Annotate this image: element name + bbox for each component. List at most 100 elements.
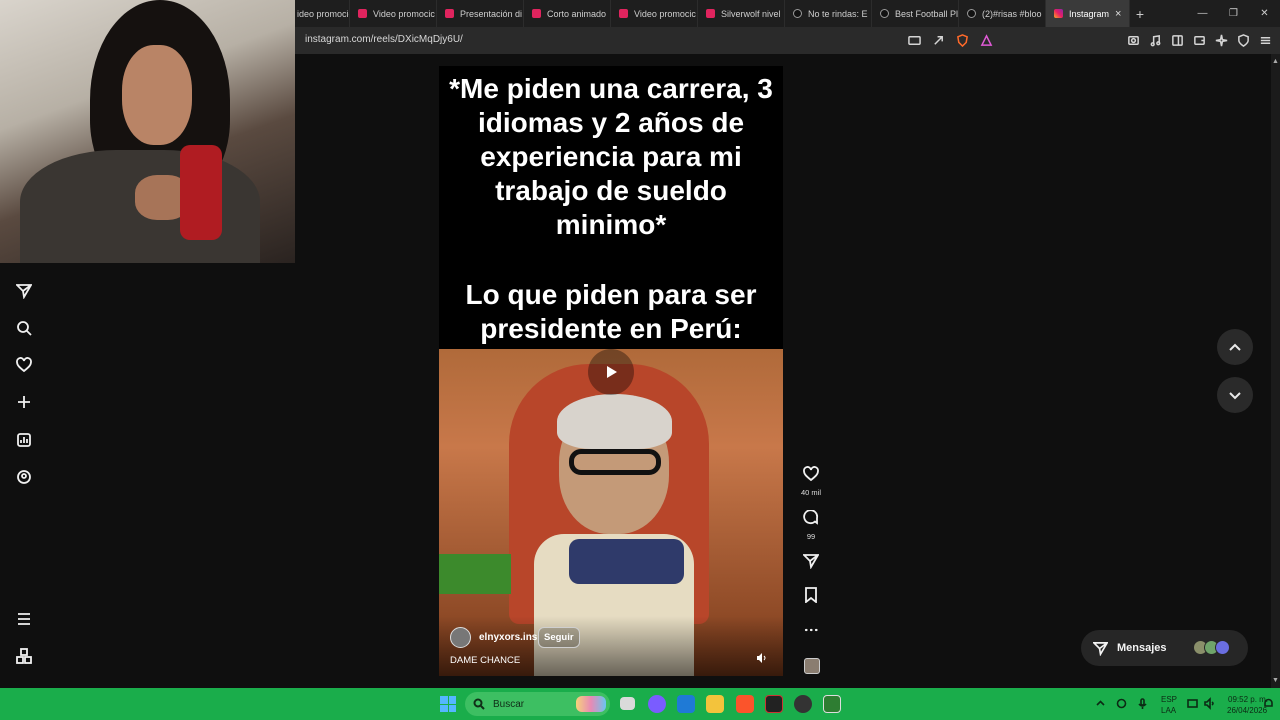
like-count: 40 mil [800,488,821,497]
browser-tab[interactable]: Presentación di [437,0,524,27]
follow-button[interactable]: Seguir [538,627,580,648]
browser-tab-bar: ideo promocic Video promocic Presentació… [295,0,1280,27]
profile-avatar-icon[interactable] [16,469,32,485]
address-bar-icons [907,33,993,47]
volume-icon[interactable] [1203,697,1216,710]
screenshot-icon[interactable] [1126,33,1140,47]
also-from-meta-icon[interactable] [16,648,32,664]
scroll-down-icon[interactable]: ▼ [1272,677,1279,684]
play-icon [607,366,617,378]
minimize-icon[interactable]: — [1187,0,1218,27]
youtube-icon [358,9,367,18]
taskbar-search[interactable]: Buscar [465,692,610,716]
youtube-icon [706,9,715,18]
search-icon [473,698,485,710]
browser-tab[interactable]: ideo promocic [295,0,350,27]
tab-label: Instagram [1069,8,1110,19]
browser-tab-active[interactable]: Instagram × [1046,0,1130,27]
windows-start-icon[interactable] [440,696,456,712]
messages-label: Mensajes [1117,642,1167,654]
audio-title[interactable]: DAME CHANCE [450,655,520,666]
volume-icon[interactable] [756,651,768,663]
language-indicator[interactable]: ESP [1161,695,1177,704]
messages-icon[interactable] [16,283,32,299]
save-button[interactable] [796,587,826,608]
brave-shield-icon[interactable] [955,33,969,47]
url-field[interactable]: instagram.com/reels/DXicMqDjy6U/ [305,34,463,45]
audio-thumbnail[interactable] [804,658,820,674]
vpn-icon[interactable] [1236,33,1250,47]
instagram-sidebar [0,263,48,688]
browser-tab[interactable]: Video promocic [350,0,437,27]
capture-app-icon[interactable] [823,695,841,713]
restore-icon[interactable]: ❐ [1218,0,1249,27]
search-icon[interactable] [16,320,32,336]
share-button[interactable] [796,553,826,574]
share-icon[interactable] [931,33,945,47]
send-icon [801,554,820,570]
leo-ai-icon[interactable] [1214,33,1228,47]
browser-tab[interactable]: No te rindas: E [785,0,872,27]
microphone [180,145,222,240]
author-username[interactable]: elnyxors.ins [479,632,537,643]
character-glasses [569,449,661,475]
previous-reel-button[interactable] [1217,329,1253,365]
browser-tab[interactable]: Silverwolf nivel [698,0,785,27]
notifications-heart-icon[interactable] [16,357,32,373]
tray-app-icon[interactable] [1115,697,1128,710]
discord-icon[interactable] [648,695,666,713]
browser-tab[interactable]: Best Football Pl [872,0,959,27]
webcam-person-face [122,45,192,145]
music-icon[interactable] [1148,33,1162,47]
close-window-icon[interactable]: ✕ [1249,0,1280,27]
notification-icon[interactable] [1262,697,1275,710]
scroll-up-icon[interactable]: ▲ [1272,58,1279,65]
messages-button[interactable]: Mensajes [1081,630,1248,666]
page-scrollbar[interactable]: ▲ ▼ [1271,54,1280,688]
rewards-icon[interactable] [979,33,993,47]
chevron-down-icon [1229,392,1241,400]
create-plus-icon[interactable] [16,394,32,410]
comment-button[interactable]: 99 [796,509,826,541]
author-avatar[interactable] [450,627,471,648]
menu-icon[interactable] [1258,33,1272,47]
tiktok-icon [967,9,976,18]
window-controls: — ❐ ✕ [1187,0,1280,27]
network-icon[interactable] [1186,697,1199,710]
wallet-icon[interactable] [1192,33,1206,47]
youtube-icon [532,9,541,18]
like-button[interactable]: 40 mil [796,466,826,497]
browser-tab[interactable]: Corto animado [524,0,611,27]
youtube-icon [619,9,628,18]
brave-browser-icon[interactable] [736,695,754,713]
microphone-icon[interactable] [1136,697,1149,710]
next-reel-button[interactable] [1217,377,1253,413]
tab-label: Corto animado [547,8,607,19]
obs-studio-icon[interactable] [794,695,812,713]
comment-count: 99 [806,532,816,541]
more-options-button[interactable] [796,622,826,643]
reel-caption-bottom: Lo que piden para ser presidente en Perú… [465,279,757,344]
browser-tab[interactable]: Video promocic [611,0,698,27]
tray-overflow-icon[interactable] [1094,697,1107,710]
task-view-icon[interactable] [620,697,635,710]
send-icon [1093,641,1108,656]
sidebar-icon[interactable] [1170,33,1184,47]
new-tab-button[interactable]: + [1130,6,1150,22]
tab-label: Silverwolf nivel [721,8,781,19]
browser-tab[interactable]: (2)#risas #bloo [959,0,1046,27]
vivaldi-icon[interactable] [765,695,783,713]
play-button[interactable] [588,349,634,395]
tab-label: Presentación di [460,8,523,19]
vscode-icon[interactable] [677,695,695,713]
more-menu-icon[interactable] [16,611,32,627]
comment-icon [803,509,818,525]
dashboard-icon[interactable] [16,432,32,448]
tab-label: (2)#risas #bloo [982,8,1042,19]
tab-label: Best Football Pl [895,8,959,19]
file-explorer-icon[interactable] [706,695,724,713]
close-tab-icon[interactable]: × [1115,8,1121,20]
heart-icon [803,466,819,482]
message-avatars [1193,640,1230,655]
cast-icon[interactable] [907,33,921,47]
